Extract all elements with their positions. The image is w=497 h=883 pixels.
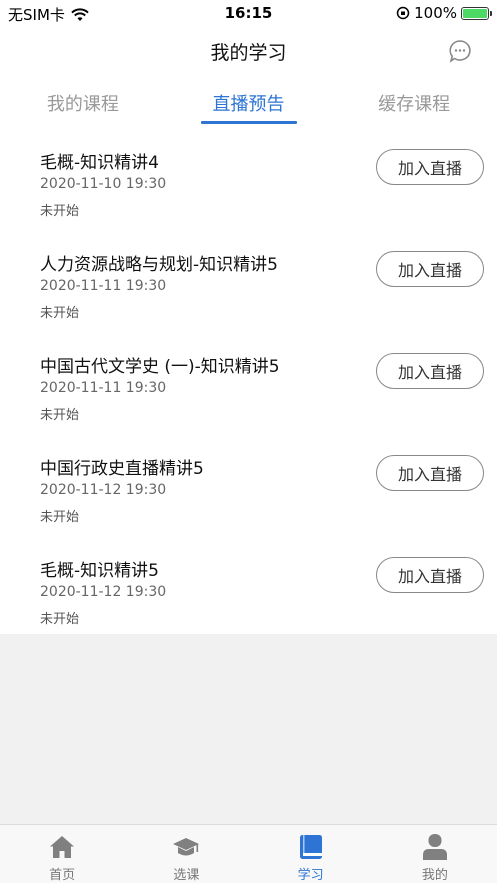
join-live-button[interactable]: 加入直播: [376, 557, 484, 593]
battery-icon: [461, 6, 492, 20]
join-live-button[interactable]: 加入直播: [376, 149, 484, 185]
bottom-tab-bar: 首页 选课 学习 我的: [0, 824, 497, 883]
orientation-lock-icon: [396, 6, 410, 20]
list-item: 中国古代文学史 (一)-知识精讲5 2020-11-11 19:30 未开始 加…: [0, 330, 497, 432]
live-title: 中国古代文学史 (一)-知识精讲5: [40, 357, 280, 377]
segment-tabs: 我的课程 直播预告 缓存课程: [0, 80, 497, 126]
tabbar-label: 我的: [421, 868, 448, 883]
live-time: 2020-11-12 19:30: [40, 482, 167, 498]
live-title: 中国行政史直播精讲5: [40, 459, 204, 479]
live-status: 未开始: [40, 408, 80, 423]
graduation-cap-icon: [173, 838, 200, 856]
join-live-button[interactable]: 加入直播: [376, 455, 484, 491]
tabbar-label: 选课: [173, 868, 200, 883]
live-title: 毛概-知识精讲4: [40, 153, 159, 173]
live-status: 未开始: [40, 510, 80, 525]
live-time: 2020-11-11 19:30: [40, 278, 167, 294]
list-item: 毛概-知识精讲4 2020-11-10 19:30 未开始 加入直播: [0, 126, 497, 228]
live-status: 未开始: [40, 612, 80, 627]
message-button[interactable]: [447, 38, 473, 64]
list-item: 中国行政史直播精讲5 2020-11-12 19:30 未开始 加入直播: [0, 432, 497, 534]
join-live-button[interactable]: 加入直播: [376, 251, 484, 287]
chat-bubble-icon: [449, 40, 471, 63]
tab-my-courses[interactable]: 我的课程: [0, 80, 166, 126]
tabbar-item-profile[interactable]: 我的: [373, 825, 497, 883]
empty-background: [0, 634, 497, 824]
live-title: 人力资源战略与规划-知识精讲5: [40, 255, 278, 275]
list-item: 人力资源战略与规划-知识精讲5 2020-11-11 19:30 未开始 加入直…: [0, 228, 497, 330]
live-status: 未开始: [40, 306, 80, 321]
list-item: 毛概-知识精讲5 2020-11-12 19:30 未开始 加入直播: [0, 534, 497, 636]
live-title: 毛概-知识精讲5: [40, 561, 159, 581]
tab-cached-courses[interactable]: 缓存课程: [331, 80, 497, 126]
live-time: 2020-11-12 19:30: [40, 584, 167, 600]
page-title: 我的学习: [210, 42, 287, 64]
live-status: 未开始: [40, 204, 80, 219]
tabbar-label: 学习: [297, 868, 324, 883]
join-live-button[interactable]: 加入直播: [376, 353, 484, 389]
battery-fill: [463, 8, 487, 18]
tabbar-item-study[interactable]: 学习: [249, 825, 373, 883]
tabbar-item-home[interactable]: 首页: [0, 825, 124, 883]
battery-percent: 100%: [414, 4, 457, 22]
nav-bar: 我的学习: [0, 26, 497, 74]
status-bar: 无SIM卡 16:15 100%: [0, 0, 497, 26]
tab-live-preview[interactable]: 直播预告: [166, 80, 332, 126]
user-icon: [422, 834, 447, 860]
live-time: 2020-11-11 19:30: [40, 380, 167, 396]
tabbar-label: 首页: [49, 868, 76, 883]
live-list: 毛概-知识精讲4 2020-11-10 19:30 未开始 加入直播 人力资源战…: [0, 126, 497, 636]
book-icon: [299, 835, 322, 859]
home-icon: [50, 836, 75, 858]
status-right: 100%: [396, 4, 492, 22]
live-time: 2020-11-10 19:30: [40, 176, 167, 192]
tabbar-item-courses[interactable]: 选课: [124, 825, 248, 883]
